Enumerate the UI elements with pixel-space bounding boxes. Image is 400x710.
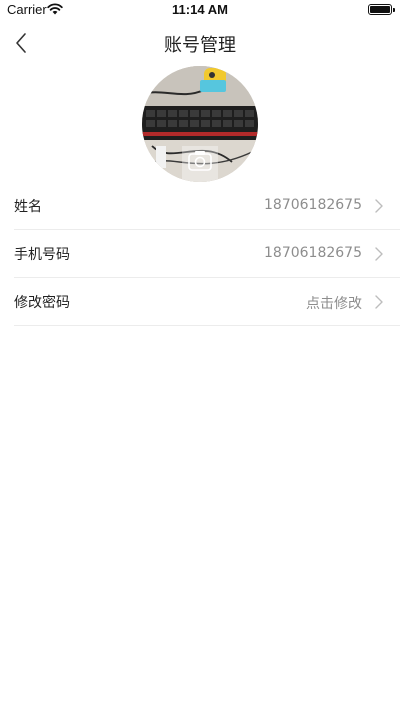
status-bar: Carrier 11:14 AM xyxy=(0,0,400,20)
row-value: 18706182675 xyxy=(264,245,362,261)
account-settings-list: 姓名 18706182675 手机号码 18706182675 修改密码 点击修… xyxy=(14,182,400,326)
row-value: 18706182675 xyxy=(264,197,362,213)
row-name[interactable]: 姓名 18706182675 xyxy=(14,182,400,230)
row-label: 修改密码 xyxy=(14,295,70,311)
nav-bar: 账号管理 xyxy=(0,20,400,64)
row-label: 姓名 xyxy=(14,199,42,215)
chevron-right-icon xyxy=(375,295,383,309)
row-phone[interactable]: 手机号码 18706182675 xyxy=(14,230,400,278)
row-change-password[interactable]: 修改密码 点击修改 xyxy=(14,278,400,326)
status-time: 11:14 AM xyxy=(172,2,228,17)
chevron-right-icon xyxy=(375,199,383,213)
row-label: 手机号码 xyxy=(14,247,70,263)
avatar-photo xyxy=(142,66,258,182)
camera-icon xyxy=(182,146,218,182)
page-title: 账号管理 xyxy=(164,35,236,56)
battery-icon xyxy=(368,4,395,15)
avatar[interactable] xyxy=(142,66,258,182)
row-value: 点击修改 xyxy=(306,296,362,312)
chevron-right-icon xyxy=(375,247,383,261)
